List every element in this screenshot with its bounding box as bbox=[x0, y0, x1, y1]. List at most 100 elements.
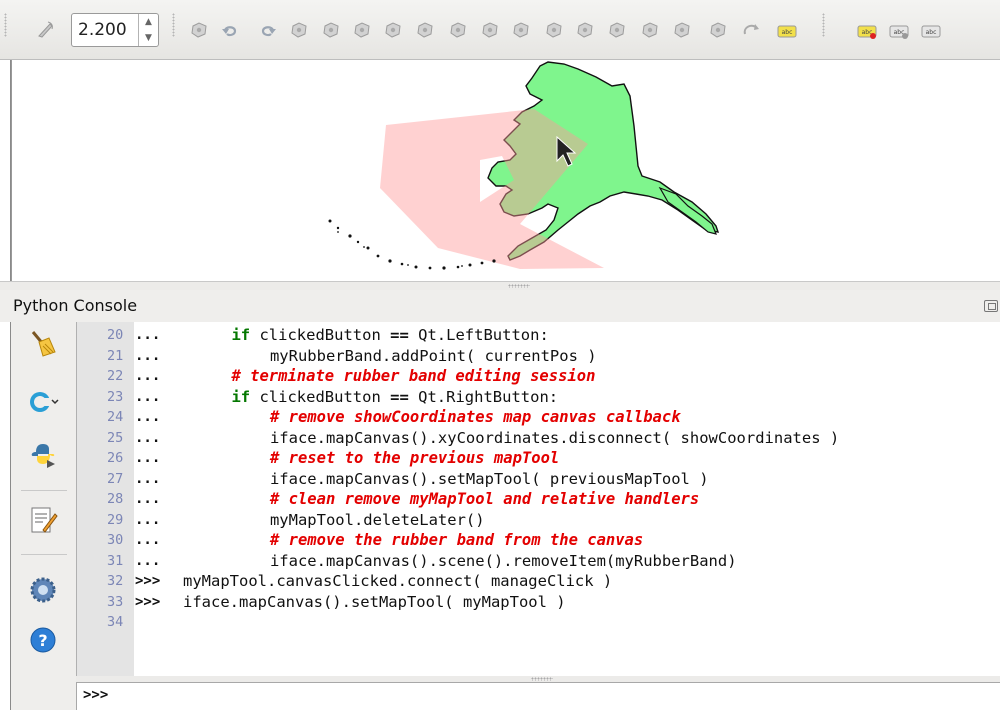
code-token: myRubberBand.addPoint( currentPos ) bbox=[269, 346, 597, 365]
help-icon[interactable]: ? bbox=[27, 624, 59, 656]
console-line: 32 >>> myMapTool.canvasClicked.connect( ma… bbox=[77, 571, 1000, 591]
console-line: 27... iface.mapCanvas().setMapTool( previ… bbox=[77, 469, 1000, 489]
code-text: # clean remove myMapTool and relative ha… bbox=[270, 489, 699, 509]
spin-down-icon[interactable]: ▼ bbox=[139, 30, 158, 46]
map-canvas[interactable] bbox=[11, 60, 1000, 281]
console-line: 26... # reset to the previous mapTool bbox=[77, 448, 1000, 468]
console-line: 23... if clickedButton == Qt.RightButton: bbox=[77, 387, 1000, 407]
console-input[interactable]: >>> bbox=[76, 682, 1000, 710]
change-label-icon[interactable]: abc bbox=[920, 20, 942, 42]
prompt-marker: ... bbox=[135, 388, 161, 405]
line-number: 24 bbox=[107, 409, 124, 425]
simplify-icon[interactable] bbox=[383, 20, 405, 42]
comment: # remove the rubber band from the canvas bbox=[269, 531, 644, 549]
canvas-splitter[interactable] bbox=[0, 281, 1000, 290]
merge-features-icon[interactable] bbox=[708, 20, 730, 42]
line-number: 23 bbox=[107, 388, 124, 405]
code-text: # remove the rubber band from the canvas bbox=[270, 530, 643, 550]
code-text: myMapTool.canvasClicked.connect( manageC… bbox=[183, 571, 612, 591]
line-number: 22 bbox=[107, 368, 124, 384]
splitter-grip[interactable] bbox=[531, 677, 553, 681]
prompt-marker: ... bbox=[135, 470, 161, 487]
prompt-marker: ... bbox=[135, 491, 161, 507]
prompt-marker: ... bbox=[135, 429, 161, 446]
prompt-marker: >>> bbox=[135, 573, 161, 589]
show-editor-icon[interactable] bbox=[27, 504, 59, 536]
undo-icon[interactable] bbox=[219, 20, 241, 42]
toolbar-separator bbox=[822, 13, 825, 37]
prompt-marker: ... bbox=[135, 511, 161, 528]
line-number: 21 bbox=[107, 347, 124, 364]
scale-spinbox[interactable]: 2.200 ▲ ▼ bbox=[71, 13, 159, 47]
code-text: if clickedButton == Qt.LeftButton: bbox=[231, 325, 548, 345]
settings-icon[interactable] bbox=[27, 574, 59, 606]
line-number: 29 bbox=[107, 511, 124, 528]
line-number: 32 bbox=[107, 573, 124, 589]
show-label-icon[interactable]: abc bbox=[888, 20, 910, 42]
console-line: 21... myRubberBand.addPoint( currentPos ) bbox=[77, 346, 1000, 366]
code-token: iface.mapCanvas().scene().removeItem(myR… bbox=[269, 551, 737, 570]
svg-text:abc: abc bbox=[926, 29, 937, 36]
prompt-marker: ... bbox=[135, 368, 161, 384]
add-part-icon[interactable] bbox=[448, 20, 470, 42]
move-feature-icon[interactable] bbox=[321, 20, 343, 42]
code-token: iface.mapCanvas().setMapTool( previousMa… bbox=[269, 469, 709, 488]
spinbox-arrows[interactable]: ▲ ▼ bbox=[138, 14, 158, 46]
import-class-icon[interactable] bbox=[27, 386, 59, 418]
code-text: # terminate rubber band editing session bbox=[231, 366, 595, 386]
line-number: 34 bbox=[107, 614, 124, 630]
run-command-icon[interactable] bbox=[27, 438, 59, 470]
console-line: 31... iface.mapCanvas().scene().removeIte… bbox=[77, 551, 1000, 571]
comment: # reset to the previous mapTool bbox=[269, 449, 560, 467]
fill-ring-icon[interactable] bbox=[480, 20, 502, 42]
node-tool-icon[interactable] bbox=[352, 20, 374, 42]
code-text: iface.mapCanvas().setMapTool( myMapTool … bbox=[183, 592, 566, 612]
spin-up-icon[interactable]: ▲ bbox=[139, 14, 158, 30]
console-line: 24... # remove showCoordinates map canvas… bbox=[77, 407, 1000, 427]
toolbar-separator bbox=[4, 13, 7, 37]
keyword: if bbox=[231, 326, 251, 344]
code-token: clickedButton bbox=[250, 326, 391, 344]
code-token: Qt.LeftButton: bbox=[408, 326, 549, 344]
line-number: 20 bbox=[107, 327, 124, 343]
toolbar-separator bbox=[21, 554, 67, 555]
reshape-icon[interactable] bbox=[575, 20, 597, 42]
clear-console-icon[interactable] bbox=[27, 328, 59, 360]
rotate-icon[interactable] bbox=[740, 20, 762, 42]
console-line: 20... if clickedButton == Qt.LeftButton: bbox=[77, 325, 1000, 345]
add-feature-icon[interactable] bbox=[289, 20, 311, 42]
splitter-grip[interactable] bbox=[508, 284, 530, 288]
code-token: myMapTool.deleteLater() bbox=[269, 510, 485, 529]
console-header: Python Console bbox=[0, 290, 1000, 322]
comment: # clean remove myMapTool and relative ha… bbox=[269, 490, 700, 508]
undock-panel-icon[interactable] bbox=[984, 300, 998, 312]
digitizing-toolbar: 2.200 ▲ ▼ abc abc abc abc bbox=[0, 0, 1000, 60]
delete-part-icon[interactable] bbox=[544, 20, 566, 42]
code-text: myRubberBand.addPoint( currentPos ) bbox=[270, 346, 597, 366]
code-token: myMapTool.canvasClicked.connect( manageC… bbox=[183, 572, 613, 590]
offset-curve-icon[interactable] bbox=[607, 20, 629, 42]
console-line: 30... # remove the rubber band from the c… bbox=[77, 530, 1000, 550]
pin-label-icon[interactable]: abc bbox=[856, 20, 878, 42]
prompt-marker: ... bbox=[135, 327, 161, 343]
code-text: myMapTool.deleteLater() bbox=[270, 510, 485, 530]
label-icon[interactable]: abc bbox=[776, 20, 798, 42]
code-text: iface.mapCanvas().scene().removeItem(myR… bbox=[270, 551, 737, 571]
add-ring-icon[interactable] bbox=[415, 20, 437, 42]
toolbar-separator bbox=[21, 490, 67, 491]
console-line: 28... # clean remove myMapTool and relati… bbox=[77, 489, 1000, 509]
line-number: 31 bbox=[107, 552, 124, 569]
console-output[interactable]: 20... if clickedButton == Qt.LeftButton: 2… bbox=[76, 322, 1000, 676]
split-features-icon[interactable] bbox=[640, 20, 662, 42]
pan-map-icon[interactable] bbox=[189, 20, 211, 42]
console-title: Python Console bbox=[13, 296, 138, 315]
code-text: if clickedButton == Qt.RightButton: bbox=[231, 387, 558, 407]
line-number: 30 bbox=[107, 532, 124, 548]
code-text: iface.mapCanvas().xyCoordinates.disconne… bbox=[270, 428, 839, 448]
split-parts-icon[interactable] bbox=[672, 20, 694, 42]
rotate-tool-icon[interactable] bbox=[34, 18, 56, 40]
redo-icon[interactable] bbox=[257, 20, 279, 42]
keyword: if bbox=[231, 387, 251, 406]
delete-ring-icon[interactable] bbox=[511, 20, 533, 42]
line-number: 25 bbox=[107, 429, 124, 446]
